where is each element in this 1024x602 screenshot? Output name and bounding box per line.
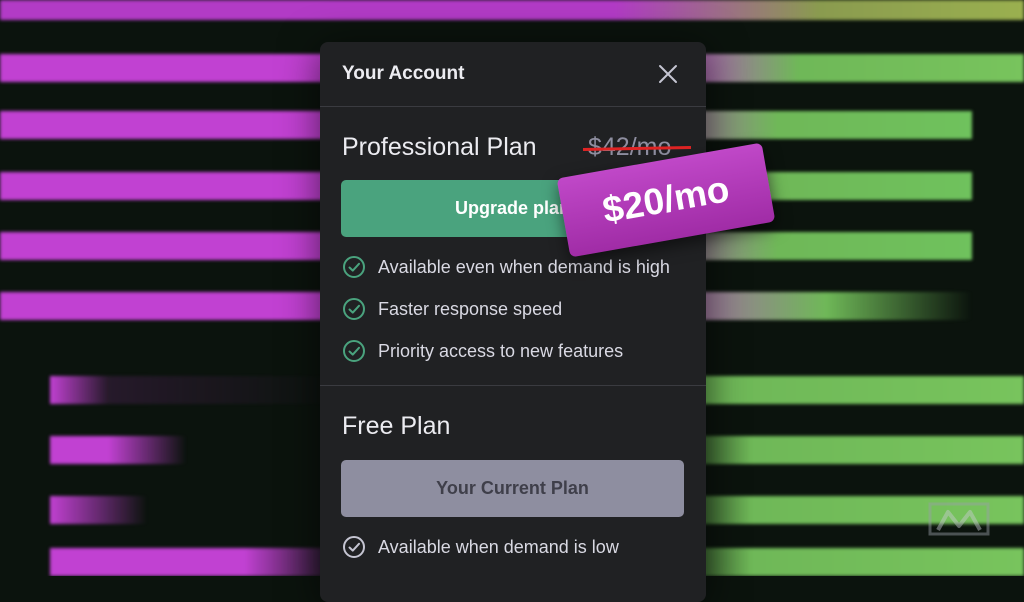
feature-item: Available even when demand is high xyxy=(342,255,670,279)
check-circle-icon xyxy=(343,256,365,278)
feature-item: Available when demand is low xyxy=(342,535,619,559)
modal-title: Your Account xyxy=(342,63,465,84)
feature-item: Faster response speed xyxy=(342,297,562,321)
professional-plan-section: Professional Plan $42/mo Upgrade plan Av… xyxy=(320,107,706,386)
feature-label: Priority access to new features xyxy=(378,340,624,361)
feature-label: Available when demand is low xyxy=(378,536,619,557)
brand-logo-icon xyxy=(926,500,992,538)
background-stripe xyxy=(0,0,1024,20)
account-modal: Your Account Professional Plan $42/mo Up… xyxy=(320,42,706,602)
current-plan-button: Your Current Plan xyxy=(341,460,684,517)
check-circle-icon xyxy=(343,298,365,320)
check-circle-icon xyxy=(343,340,365,362)
feature-label: Faster response speed xyxy=(378,298,563,319)
modal-header: Your Account xyxy=(320,42,706,107)
feature-label: Available even when demand is high xyxy=(378,256,670,277)
feature-item: Priority access to new features xyxy=(342,339,623,363)
check-circle-icon xyxy=(343,536,365,558)
free-plan-title: Free Plan xyxy=(342,412,451,440)
close-icon[interactable] xyxy=(656,62,680,86)
professional-plan-title: Professional Plan xyxy=(342,133,537,161)
free-plan-section: Free Plan Your Current Plan Available wh… xyxy=(320,386,706,602)
